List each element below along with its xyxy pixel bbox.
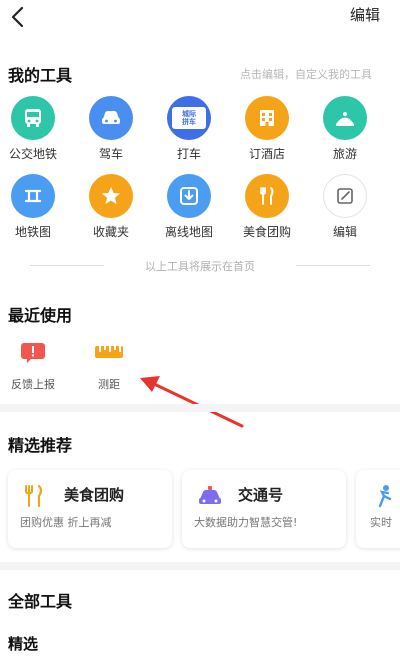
metro-map-icon	[11, 174, 55, 218]
card-desc: 大数据助力智慧交管!	[194, 516, 298, 529]
feedback-icon	[21, 343, 45, 363]
tool-label: 订酒店	[248, 147, 285, 161]
card-title: 美食团购	[64, 486, 125, 504]
taxi-icon: 城际拼车	[167, 96, 211, 140]
tool-metro-map[interactable]: 地铁图	[0, 174, 72, 240]
travel-icon	[323, 96, 367, 140]
bus-icon	[11, 96, 55, 140]
divider-text: 以上工具将展示在首页	[145, 260, 255, 273]
tool-label: 公交地铁	[8, 147, 57, 161]
tool-taxi[interactable]: 城际拼车 打车	[150, 96, 228, 162]
back-button[interactable]	[6, 4, 30, 30]
featured-card-partial[interactable]: 实时	[356, 470, 400, 548]
featured-card-traffic[interactable]: 交通号 大数据助力智慧交管!	[182, 470, 346, 548]
tool-label: 美食团购	[242, 225, 291, 239]
tool-edit[interactable]: 编辑	[306, 174, 384, 240]
tool-label: 编辑	[332, 225, 357, 239]
tool-travel[interactable]: 旅游	[306, 96, 384, 162]
chevron-left-icon	[11, 6, 24, 28]
recent-feedback[interactable]: 反馈上报	[0, 342, 68, 392]
food-icon	[245, 174, 289, 218]
tool-food-deals[interactable]: 美食团购	[228, 174, 306, 240]
tool-label: 收藏夹	[92, 225, 129, 239]
star-icon	[89, 174, 133, 218]
card-desc: 团购优惠 折上再减	[20, 516, 112, 529]
tool-label: 打车	[176, 147, 201, 161]
tool-favorites[interactable]: 收藏夹	[72, 174, 150, 240]
recent-title: 最近使用	[8, 306, 73, 325]
section-separator	[0, 562, 400, 570]
person-icon	[378, 485, 392, 508]
tool-label: 旅游	[332, 147, 357, 161]
download-icon	[167, 174, 211, 218]
all-tools-subtitle: 精选	[8, 635, 39, 653]
food-icon	[25, 484, 43, 508]
police-car-icon	[199, 486, 221, 504]
tool-hotel[interactable]: 订酒店	[228, 96, 306, 162]
card-title: 交通号	[238, 486, 284, 504]
divider-line	[296, 265, 370, 266]
car-icon	[89, 96, 133, 140]
my-tools-title: 我的工具	[8, 66, 73, 85]
tool-label: 离线地图	[164, 225, 213, 239]
card-desc: 实时	[370, 516, 392, 529]
hotel-icon	[245, 96, 289, 140]
homepage-divider: 以上工具将展示在首页	[30, 258, 370, 273]
recent-ruler[interactable]: 测距	[74, 342, 144, 392]
edit-button[interactable]: 编辑	[350, 4, 380, 25]
recent-label: 反馈上报	[11, 378, 55, 391]
section-separator	[0, 404, 400, 412]
ruler-icon	[95, 346, 123, 358]
top-bar: 编辑	[0, 0, 400, 36]
tool-bus-metro[interactable]: 公交地铁	[0, 96, 72, 162]
tool-label: 地铁图	[14, 225, 51, 239]
tool-offline-map[interactable]: 离线地图	[150, 174, 228, 240]
featured-title: 精选推荐	[8, 436, 73, 455]
all-tools-title: 全部工具	[8, 592, 73, 611]
tool-label: 驾车	[98, 147, 123, 161]
my-tools-hint: 点击编辑，自定义我的工具	[240, 68, 372, 81]
annotation-arrow-icon	[140, 376, 244, 428]
featured-card-food[interactable]: 美食团购 团购优惠 折上再减	[8, 470, 172, 548]
tool-drive[interactable]: 驾车	[72, 96, 150, 162]
edit-icon	[323, 174, 367, 218]
taxi-badge-text: 城际拼车	[182, 110, 196, 126]
recent-label: 测距	[98, 378, 120, 391]
